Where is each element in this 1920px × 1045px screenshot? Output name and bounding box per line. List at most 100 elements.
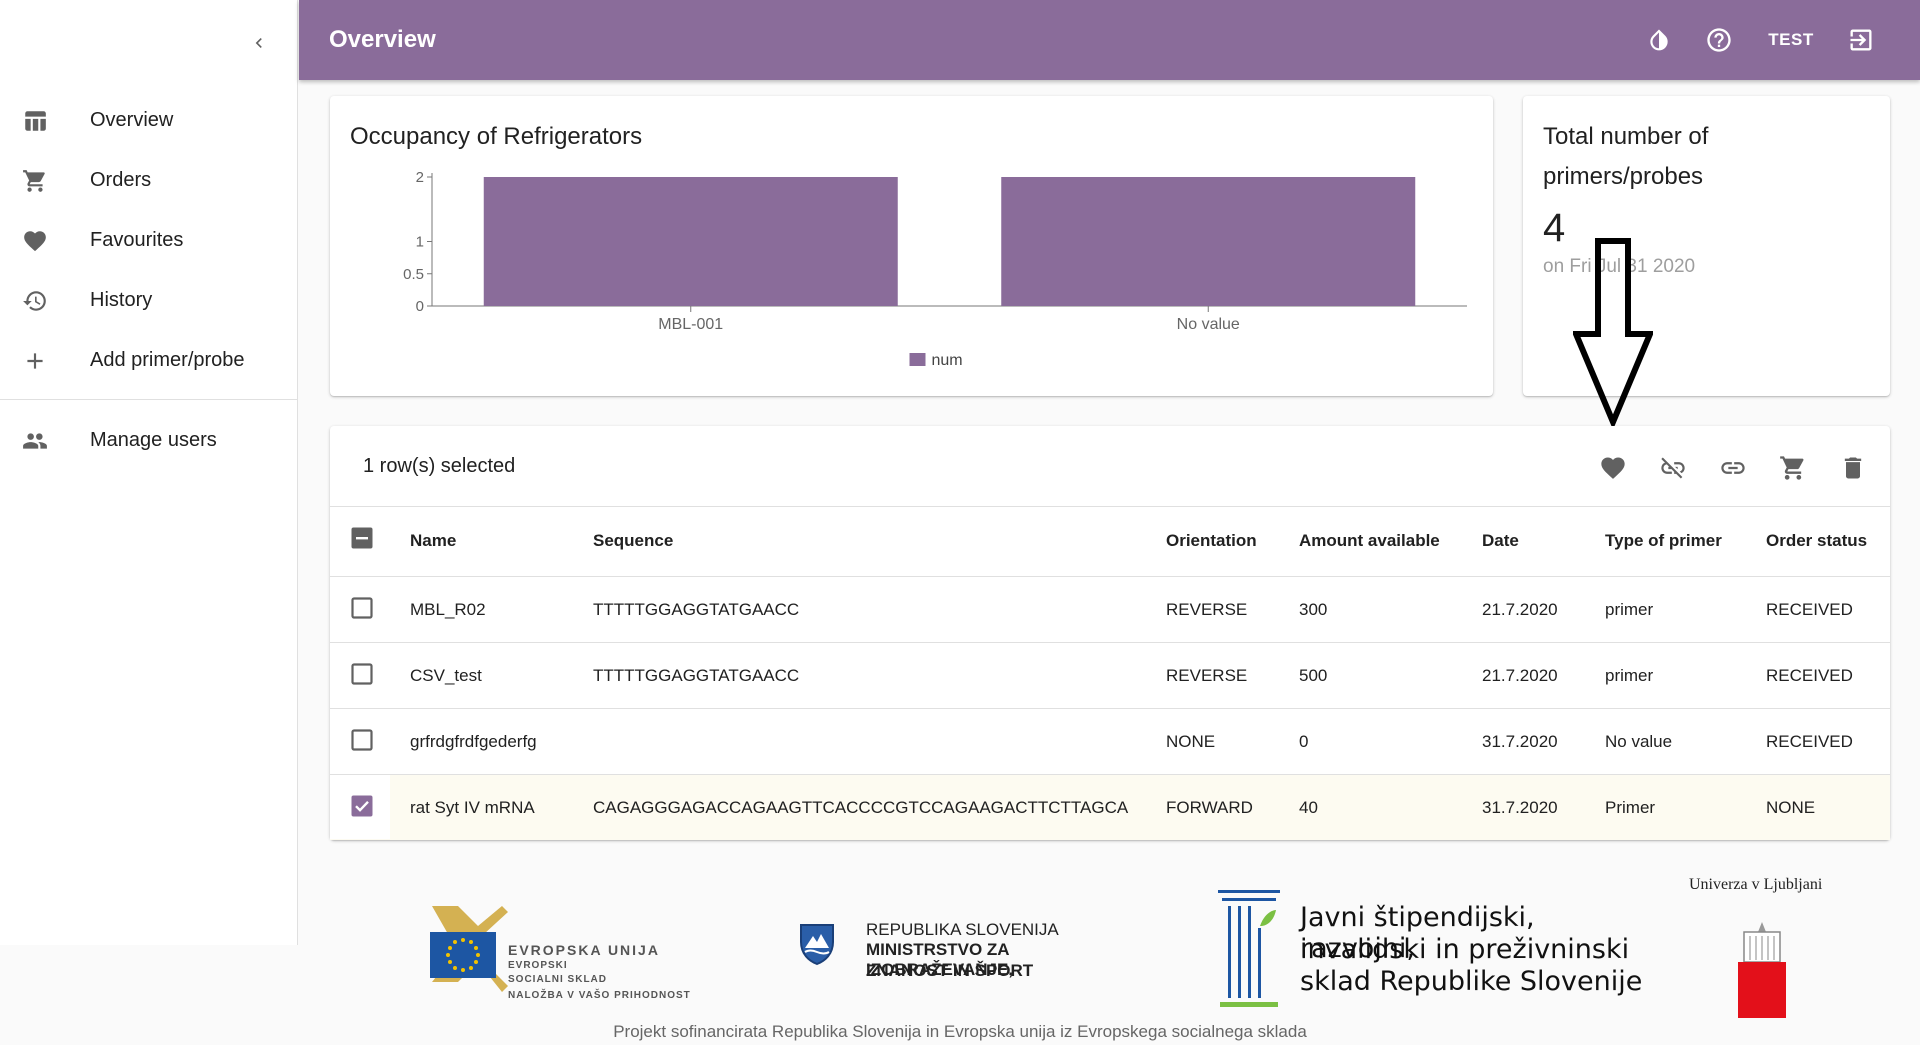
down-arrow-annotation [1573, 238, 1653, 428]
legend-swatch [909, 353, 926, 366]
eu-logo-line: SOCIALNI SKLAD [508, 974, 607, 985]
sidebar-item-orders[interactable]: Orders [0, 152, 298, 208]
row-checkbox[interactable] [350, 728, 374, 752]
column-header-orientation[interactable]: Orientation [1166, 531, 1257, 551]
history-icon [21, 288, 49, 314]
cell-orientation: REVERSE [1166, 600, 1248, 619]
cell-type: primer [1605, 600, 1654, 619]
column-header-sequence[interactable]: Sequence [593, 531, 673, 551]
eu-logo: EVROPSKA UNIJA EVROPSKI SOCIALNI SKLAD N… [428, 902, 708, 1002]
logout-icon [1850, 29, 1872, 51]
cell-sequence: CAGAGGGAGACCAGAAGTTCACCCCGTCCAGAAGACTTCT… [593, 798, 1129, 817]
eu-logo-line: EVROPSKI [508, 960, 568, 971]
cell-status: RECEIVED [1766, 600, 1853, 619]
column-header-amount[interactable]: Amount available [1299, 531, 1440, 551]
column-header-date[interactable]: Date [1482, 531, 1519, 551]
row-checkbox[interactable] [350, 662, 374, 686]
sidebar-item-label: Add primer/probe [90, 348, 245, 371]
link-button[interactable] [1713, 448, 1753, 488]
table-row[interactable]: grfrdgfrdfgederfg NONE 0 31.7.2020 No va… [330, 708, 1890, 774]
sidebar-item-add-primer[interactable]: Add primer/probe [0, 332, 298, 388]
sidebar-item-label: Favourites [90, 228, 184, 251]
chart-bar [483, 177, 898, 306]
footer-note: Projekt sofinancirata Republika Slovenij… [613, 1022, 1307, 1041]
cell-status: NONE [1766, 798, 1816, 817]
collapse-sidebar-button[interactable] [244, 28, 274, 58]
sidebar-item-label: Overview [90, 108, 174, 131]
university-name: Univerza v Ljubljani [1689, 876, 1823, 893]
cell-name: grfrdgfrdfgederfg [410, 732, 537, 751]
favourite-button[interactable] [1593, 448, 1633, 488]
cell-status: RECEIVED [1766, 666, 1853, 685]
x-tick-label: MBL-001 [658, 316, 723, 333]
total-title-line2: primers/probes [1543, 163, 1704, 190]
sidebar-item-label: Manage users [90, 428, 217, 451]
theme-toggle-button[interactable] [1641, 22, 1677, 58]
sidebar-divider [0, 399, 298, 400]
table-row-selected[interactable]: rat Syt IV mRNA CAGAGGGAGACCAGAAGTTCACCC… [330, 774, 1890, 840]
total-title-line1: Total number of [1543, 123, 1709, 150]
sidebar-item-manage-users[interactable]: Manage users [0, 412, 298, 468]
y-tick-label: 0 [416, 298, 424, 315]
cell-date: 21.7.2020 [1482, 666, 1558, 685]
cart-icon [21, 168, 49, 194]
sidebar-item-label: History [90, 288, 153, 311]
user-button[interactable]: TEST [1761, 22, 1821, 58]
row-checkbox-checked[interactable] [350, 794, 374, 818]
total-count: 4 [1543, 206, 1566, 250]
column-header-name[interactable]: Name [410, 531, 456, 551]
cell-amount: 300 [1299, 600, 1328, 619]
occupancy-chart: 0 0.5 1 2 MBL-001 No value num [403, 169, 1467, 369]
delete-button[interactable] [1833, 448, 1873, 488]
unlink-button[interactable] [1653, 448, 1693, 488]
help-button[interactable] [1701, 22, 1737, 58]
y-tick-label: 2 [416, 169, 424, 186]
sidebar-item-favourites[interactable]: Favourites [0, 212, 298, 268]
page-title: Overview [329, 26, 436, 53]
cell-orientation: REVERSE [1166, 666, 1248, 685]
cell-date: 31.7.2020 [1482, 732, 1558, 751]
select-all-checkbox[interactable] [350, 526, 374, 550]
sidebar-item-overview[interactable]: Overview [0, 92, 298, 148]
cell-sequence: TTTTTGGAGGTATGAACC [593, 666, 800, 685]
toolbar-divider [330, 506, 1890, 507]
row-checkbox[interactable] [350, 596, 374, 620]
table-row[interactable]: MBL_R02 TTTTTGGAGGTATGAACC REVERSE 300 2… [330, 576, 1890, 642]
link-icon [1721, 462, 1745, 474]
cell-name: rat Syt IV mRNA [410, 798, 535, 817]
column-header-status[interactable]: Order status [1766, 531, 1867, 551]
sidebar: Overview Orders Favourites History Add p… [0, 0, 298, 945]
university-building-icon [1738, 922, 1786, 1018]
selection-count: 1 row(s) selected [363, 455, 516, 477]
legend-label: num [932, 352, 963, 369]
cell-amount: 500 [1299, 666, 1328, 685]
cell-status: RECEIVED [1766, 732, 1853, 751]
cell-date: 21.7.2020 [1482, 600, 1558, 619]
plus-icon [21, 348, 49, 374]
logout-button[interactable] [1843, 22, 1879, 58]
heart-icon [1601, 457, 1625, 479]
cell-type: Primer [1605, 798, 1656, 817]
table-row[interactable]: CSV_test TTTTTGGAGGTATGAACC REVERSE 500 … [330, 642, 1890, 708]
cell-name: MBL_R02 [410, 600, 486, 619]
column-header-type[interactable]: Type of primer [1605, 531, 1722, 551]
x-tick-label: No value [1177, 316, 1240, 333]
fund-columns-icon [1218, 890, 1280, 1007]
contrast-drop-icon [1650, 29, 1668, 51]
primers-table-card: 1 row(s) selected Name Sequence Orientat… [330, 426, 1890, 840]
y-tick-label: 1 [416, 234, 424, 251]
help-icon [1707, 28, 1731, 52]
add-to-cart-button[interactable] [1773, 448, 1813, 488]
heart-icon [21, 228, 49, 254]
sidebar-item-history[interactable]: History [0, 272, 298, 328]
occupancy-card: Occupancy of Refrigerators 0 0.5 1 2 MBL-001… [330, 96, 1493, 396]
trash-icon [1844, 457, 1862, 479]
esf-emblem-icon [430, 906, 508, 992]
ministry-logo-line: REPUBLIKA SLOVENIJA [866, 920, 1059, 939]
cell-type: No value [1605, 732, 1673, 751]
cart-icon [1780, 456, 1804, 480]
table-icon [21, 108, 49, 134]
cell-amount: 0 [1299, 732, 1309, 751]
chevron-left-icon [255, 38, 262, 48]
people-icon [21, 428, 49, 454]
